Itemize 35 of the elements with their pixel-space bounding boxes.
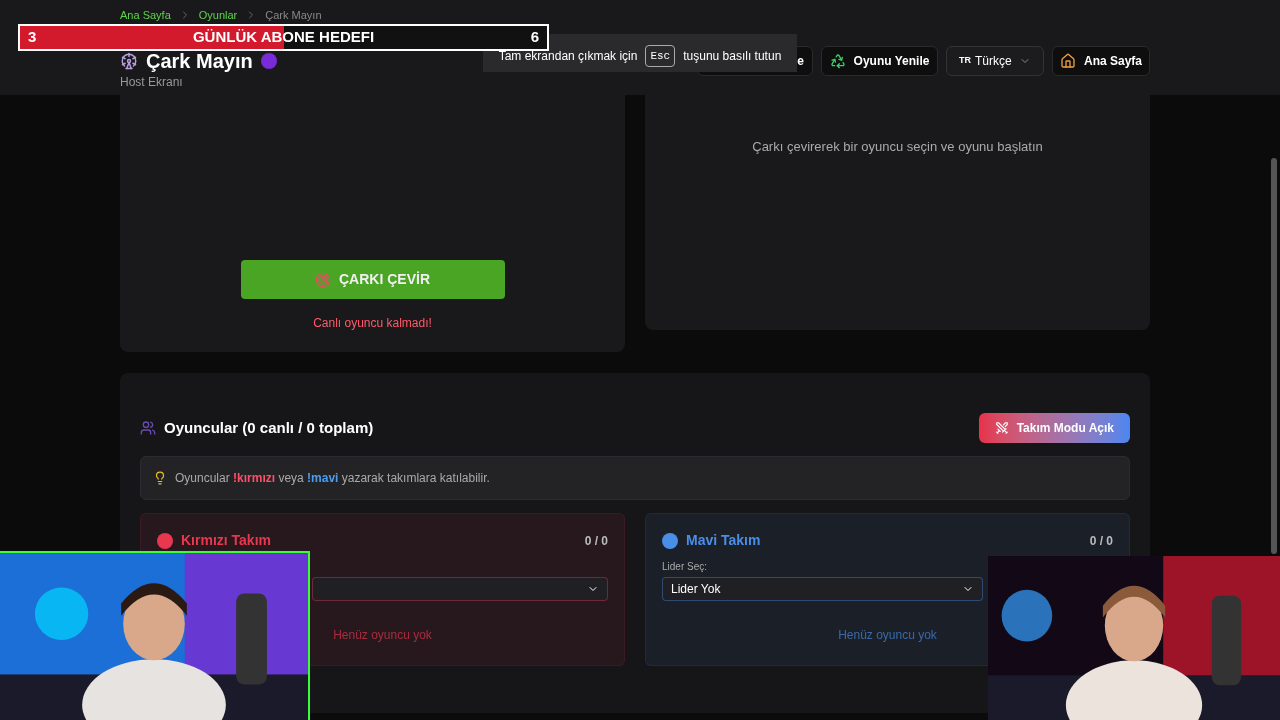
warning-text: Canlı oyuncu kalmadı! — [313, 315, 432, 332]
language-select[interactable]: TR Türkçe — [946, 46, 1044, 76]
leader-select[interactable] — [312, 577, 608, 601]
ferris-wheel-icon — [120, 52, 138, 70]
goal-target: 6 — [530, 27, 539, 48]
empty-text: Henüz oyuncu yok — [333, 627, 432, 644]
breadcrumb-current: Çark Mayın — [265, 9, 322, 21]
breadcrumb-link[interactable]: Oyunlar — [198, 9, 238, 21]
flag-text: TR — [959, 54, 971, 68]
hint-text: Çarkı çevirerek bir oyuncu seçin ve oyunu başlatın — [752, 138, 1043, 156]
leader-select[interactable]: Lider Yok — [662, 577, 983, 601]
section-title: Oyuncular (0 canlı / 0 toplam) — [164, 417, 374, 438]
header-button[interactable]: Oyunu Yenile — [821, 46, 938, 76]
header-button[interactable]: Ana Sayfa — [1052, 46, 1150, 76]
users-icon — [140, 420, 156, 436]
esc-key: Esc — [645, 44, 676, 68]
swords-icon — [994, 421, 1009, 435]
recycle-icon — [829, 53, 846, 69]
notice-text: Tam ekrandan çıkmak için — [498, 48, 638, 65]
team-name: Kırmızı Takım — [181, 531, 271, 550]
notice-text: tuşunu basılı tutun — [683, 48, 782, 65]
goal-current: 3 — [28, 27, 37, 48]
empty-text: Henüz oyuncu yok — [838, 627, 937, 644]
page-title: Çark Mayın — [146, 51, 253, 71]
breadcrumb-link[interactable]: Ana Sayfa — [120, 9, 171, 21]
target-icon — [315, 271, 331, 288]
team-count: 0 / 0 — [584, 532, 608, 550]
team-name: Mavi Takım — [686, 531, 761, 550]
info-text: Oyuncular !kırmızı veya !mavi yazarak takımlara katılabilir. — [175, 470, 490, 487]
house-icon — [1060, 53, 1076, 69]
lightbulb-icon — [153, 471, 167, 485]
team-mode-button[interactable]: Takım Modu Açık — [978, 413, 1130, 443]
page-subtitle: Host Ekranı — [120, 74, 184, 91]
team-count: 0 / 0 — [1089, 532, 1113, 550]
field-label: Lider Seç: — [662, 561, 708, 572]
